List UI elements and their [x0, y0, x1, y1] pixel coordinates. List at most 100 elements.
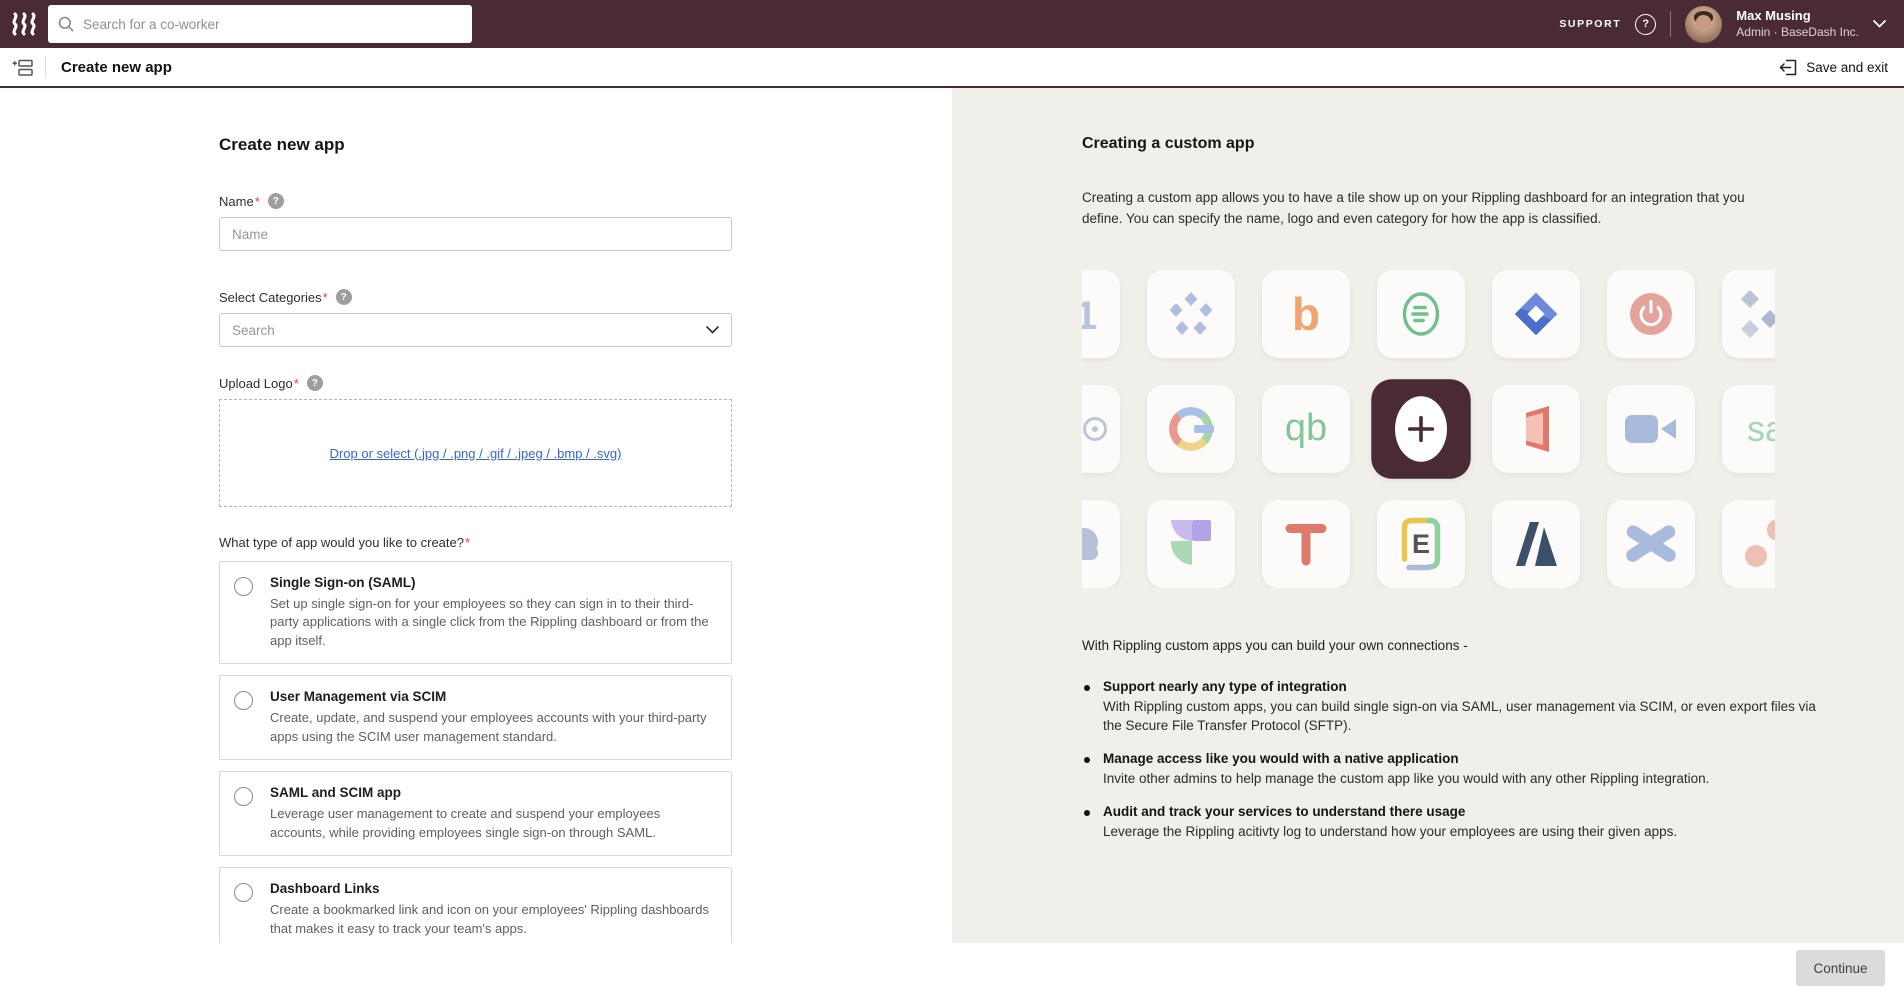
benefit-item: Support nearly any type of integration Wi…: [1082, 679, 1822, 736]
form-list-icon: [12, 58, 33, 77]
video-camera-icon: [1624, 411, 1678, 447]
app-tile: [1377, 270, 1465, 358]
top-navigation-bar: SUPPORT ? Max Musing Admin · BaseDash In…: [0, 0, 1904, 48]
app-type-option[interactable]: Dashboard Links Create a bookmarked link …: [219, 867, 732, 952]
exit-icon: [1779, 59, 1797, 76]
app-type-options: Single Sign-on (SAML)Set up single sign-…: [219, 561, 732, 952]
app-tile: [1607, 385, 1695, 473]
required-marker: *: [294, 376, 299, 391]
benefit-title: Support nearly any type of integration: [1103, 679, 1822, 694]
option-description: Create, update, and suspend your employe…: [270, 709, 715, 746]
numbered-tile-icon: 1: [1082, 289, 1103, 339]
radio-button[interactable]: [234, 577, 253, 596]
search-input[interactable]: [83, 17, 462, 32]
benefit-title: Manage access like you would with a nati…: [1103, 751, 1709, 766]
categories-help-icon[interactable]: ?: [336, 289, 352, 305]
option-description: Set up single sign-on for your employees…: [270, 595, 715, 650]
logo-dropzone[interactable]: Drop or select (.jpg / .png / .gif / .jp…: [219, 399, 732, 507]
cloud-icon: [1082, 524, 1106, 564]
gray-diamonds-icon: [1736, 286, 1775, 342]
app-tile: sa: [1722, 385, 1775, 473]
account-menu[interactable]: Max Musing Admin · BaseDash Inc.: [1736, 8, 1859, 39]
purple-green-leaf-icon: [1169, 519, 1213, 569]
app-tile: [1492, 270, 1580, 358]
topbar-divider: [1670, 11, 1671, 37]
radio-button[interactable]: [234, 787, 253, 806]
option-title: Dashboard Links: [270, 881, 715, 896]
page-header-bar: Create new app Save and exit: [0, 48, 1904, 88]
coworker-search-box: [48, 5, 472, 43]
pentagon-diamonds-icon: [1167, 290, 1215, 338]
avatar[interactable]: [1685, 6, 1722, 43]
crossed-ribbons-icon: [1625, 522, 1677, 566]
rippling-logo[interactable]: [10, 11, 40, 37]
app-tile: 1: [1082, 270, 1120, 358]
svg-text:E: E: [1412, 529, 1430, 559]
save-and-exit-button[interactable]: Save and exit: [1779, 59, 1888, 76]
info-intro: Creating a custom app allows you to have…: [1082, 188, 1788, 230]
custom-app-info-panel: Creating a custom app Creating a custom …: [952, 88, 1904, 943]
letter-e-frame-icon: E: [1400, 517, 1442, 571]
search-icon: [58, 16, 74, 32]
power-button-icon: [1628, 291, 1674, 337]
required-marker: *: [323, 290, 328, 305]
option-title: SAML and SCIM app: [270, 785, 715, 800]
required-marker: *: [465, 535, 470, 550]
app-tile: [1082, 500, 1120, 588]
app-logo-row: 1b: [1082, 270, 1775, 358]
quickbooks-icon: qb: [1285, 407, 1327, 450]
app-type-option[interactable]: Single Sign-on (SAML)Set up single sign-…: [219, 561, 732, 664]
header-divider: [45, 56, 46, 78]
benefit-item: Audit and track your services to underst…: [1082, 804, 1822, 842]
blue-diamond-icon: [1511, 289, 1561, 339]
office-icon: [1514, 404, 1558, 454]
app-tile: qb: [1262, 385, 1350, 473]
user-role: Admin · BaseDash Inc.: [1736, 25, 1859, 40]
bullet-dot: [1084, 685, 1090, 691]
benefit-title: Audit and track your services to underst…: [1103, 804, 1677, 819]
app-logo-grid: 1broqbsaE: [1082, 270, 1775, 588]
app-tile: E: [1377, 500, 1465, 588]
continue-button[interactable]: Continue: [1796, 950, 1885, 986]
letter-t-icon: [1282, 520, 1330, 568]
help-icon[interactable]: ?: [1635, 14, 1656, 35]
footer-bar: Continue: [0, 943, 1904, 997]
name-input[interactable]: [219, 217, 732, 251]
google-g-icon: [1169, 407, 1213, 451]
navy-a-icon: [1511, 522, 1561, 566]
app-tile: [1147, 385, 1235, 473]
letter-b-icon: b: [1292, 287, 1320, 341]
app-tile: [1722, 270, 1775, 358]
benefit-description: Invite other admins to help manage the c…: [1103, 769, 1709, 789]
benefit-item: Manage access like you would with a nati…: [1082, 751, 1822, 789]
upload-help-icon[interactable]: ?: [307, 375, 323, 391]
support-link[interactable]: SUPPORT: [1559, 18, 1621, 30]
required-marker: *: [255, 194, 260, 209]
app-type-option[interactable]: SAML and SCIM appLeverage user managemen…: [219, 771, 732, 856]
drop-or-select-link[interactable]: Drop or select (.jpg / .png / .gif / .jp…: [330, 446, 622, 461]
name-help-icon[interactable]: ?: [268, 193, 284, 209]
app-tile: [1607, 500, 1695, 588]
app-tile: [1722, 500, 1775, 588]
chevron-down-icon[interactable]: [1873, 20, 1886, 28]
categories-select[interactable]: [219, 313, 732, 347]
bullet-dot: [1084, 810, 1090, 816]
option-title: User Management via SCIM: [270, 689, 715, 704]
option-description: Create a bookmarked link and icon on you…: [270, 901, 715, 938]
connections-line: With Rippling custom apps you can build …: [1082, 638, 1802, 653]
app-tile: [1147, 500, 1235, 588]
name-label: Name* ?: [219, 193, 732, 209]
green-lines-oval-icon: [1398, 289, 1444, 339]
app-tile: [1492, 500, 1580, 588]
app-type-question: What type of app would you like to creat…: [219, 535, 732, 550]
app-type-option[interactable]: User Management via SCIM Create, update, …: [219, 675, 732, 760]
radio-button[interactable]: [234, 691, 253, 710]
radio-button[interactable]: [234, 883, 253, 902]
upload-logo-label: Upload Logo* ?: [219, 375, 732, 391]
benefit-description: With Rippling custom apps, you can build…: [1103, 697, 1822, 736]
info-heading: Creating a custom app: [1082, 135, 1904, 153]
app-tile: [1492, 385, 1580, 473]
salmon-dots-icon: [1744, 514, 1775, 574]
app-tile: b: [1262, 270, 1350, 358]
app-logo-row: E: [1082, 500, 1775, 588]
